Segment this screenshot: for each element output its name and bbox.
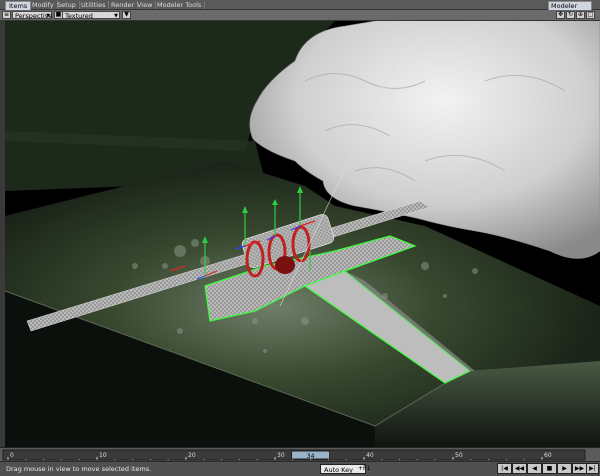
timeline-tick-label: 60: [544, 452, 552, 459]
auto-key-label: Auto Key: [324, 466, 353, 474]
timeline-ruler: 34 0 10 20 30 40 50 60: [2, 449, 586, 461]
viewport-menu-icon[interactable]: ≡: [2, 11, 11, 19]
status-message: Drag mouse in view to move selected item…: [6, 465, 152, 473]
view-mode-dropdown[interactable]: Perspective ▼: [12, 11, 53, 20]
timeline-tick-label: 20: [188, 452, 196, 459]
tab-items[interactable]: Items: [5, 1, 32, 10]
timeline-slider[interactable]: 34 0 10 20 30 40 50 60: [0, 447, 600, 462]
modeler-switch-label: Modeler: [551, 2, 578, 10]
timeline-tick-label: 30: [277, 452, 285, 459]
current-frame-label: 34: [307, 453, 315, 460]
tab-modeler-tools[interactable]: Modeler Tools: [154, 1, 206, 9]
status-bar: Drag mouse in view to move selected item…: [0, 461, 600, 476]
tab-setup[interactable]: Setup: [54, 1, 80, 9]
rotate-icon[interactable]: ↻: [566, 11, 575, 19]
tab-bar: Items Modify Setup Utilities Render View…: [0, 0, 600, 11]
viewport-header: ≡ Perspective ▼ ■ Textured Shaded Solid …: [0, 10, 600, 28]
shading-mode-dropdown[interactable]: Textured Shaded Solid ▼: [62, 11, 120, 28]
timeline-tick-label: 10: [99, 452, 107, 459]
play-forward-icon[interactable]: ▶: [557, 463, 572, 474]
move-icon[interactable]: ✥: [556, 11, 565, 19]
zoom-icon[interactable]: ⊕: [576, 11, 585, 19]
chevron-down-icon: ▼: [46, 13, 50, 19]
first-frame-icon[interactable]: |◀: [497, 463, 512, 474]
auto-key-shortcut: +F1: [358, 465, 371, 472]
timeline-tick-label: 50: [455, 452, 463, 459]
play-back-icon[interactable]: ◀: [527, 463, 542, 474]
timeline-tick-label: 40: [366, 452, 374, 459]
timeline-tick-label: 0: [10, 452, 14, 459]
maximize-icon[interactable]: □: [586, 11, 595, 19]
stop-icon[interactable]: ■: [542, 463, 557, 474]
last-frame-icon[interactable]: ▶|: [586, 463, 599, 474]
perspective-viewport[interactable]: [5, 21, 600, 447]
viewport-options-icon[interactable]: ▼: [122, 11, 131, 19]
tab-utilities[interactable]: Utilities: [78, 1, 110, 9]
scene-render: [5, 21, 600, 447]
prev-key-icon[interactable]: ◀◀: [512, 463, 527, 474]
next-key-icon[interactable]: ▶▶: [572, 463, 587, 474]
chevron-down-icon: ▼: [114, 13, 118, 19]
